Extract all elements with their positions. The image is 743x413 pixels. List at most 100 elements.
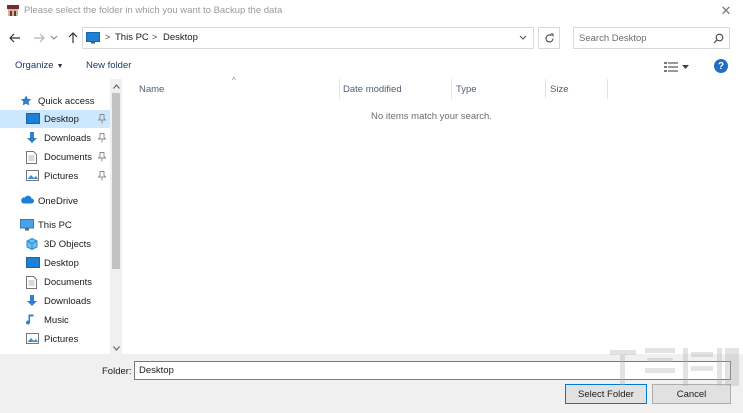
- sidebar-item-pictures[interactable]: Pictures: [0, 330, 110, 348]
- close-button[interactable]: ✕: [715, 2, 737, 20]
- sidebar-item-documents[interactable]: Documents: [0, 148, 110, 166]
- pin-icon[interactable]: [97, 114, 107, 124]
- sidebar-item-label: Downloads: [44, 295, 91, 307]
- folder-input[interactable]: [134, 361, 731, 380]
- new-folder-label: New folder: [86, 60, 132, 71]
- sidebar-item-label: Quick access: [38, 95, 95, 107]
- crumb-this-pc[interactable]: This PC: [115, 32, 149, 43]
- star-icon: [20, 95, 34, 107]
- refresh-icon: [544, 32, 554, 42]
- recent-locations-button[interactable]: [48, 29, 60, 47]
- sort-ascending-icon: ^: [232, 76, 236, 85]
- address-bar[interactable]: > This PC > Desktop: [82, 27, 534, 49]
- sidebar-item-label: Desktop: [44, 257, 79, 269]
- change-view-button[interactable]: [664, 60, 694, 74]
- desktop-folder-icon: [26, 257, 40, 269]
- search-icon[interactable]: [713, 33, 724, 44]
- scroll-thumb[interactable]: [112, 93, 120, 269]
- window-title: Please select the folder in which you wa…: [24, 5, 283, 16]
- cube-icon: [26, 237, 40, 251]
- chevron-up-icon: [112, 83, 120, 89]
- navigation-pane: Quick access Desktop Downloads Documents Pic…: [0, 79, 122, 354]
- folder-browser-dialog: Please select the folder in which you wa…: [0, 0, 743, 413]
- pictures-icon: [26, 170, 40, 182]
- help-button[interactable]: ?: [714, 59, 728, 73]
- column-header-size[interactable]: Size: [546, 79, 608, 99]
- select-folder-button[interactable]: Select Folder: [565, 384, 647, 404]
- music-note-icon: [26, 314, 40, 326]
- sidebar-item-label: Music: [44, 314, 69, 326]
- chevron-down-icon: [519, 35, 527, 40]
- help-icon: ?: [717, 60, 725, 72]
- scroll-down-arrow[interactable]: [110, 342, 122, 354]
- pin-icon[interactable]: [97, 133, 107, 143]
- details-view-icon: [664, 62, 678, 72]
- title-bar: Please select the folder in which you wa…: [0, 0, 743, 24]
- arrow-left-icon: [9, 33, 20, 43]
- organize-button[interactable]: Organize ▼: [15, 60, 64, 71]
- close-icon: ✕: [720, 3, 732, 18]
- pin-icon[interactable]: [97, 171, 107, 181]
- sidebar-item-label: 3D Objects: [44, 238, 91, 250]
- this-pc-icon: [86, 32, 100, 44]
- chevron-down-icon: [112, 345, 120, 351]
- column-size-label: Size: [550, 83, 569, 95]
- refresh-button[interactable]: [538, 27, 560, 49]
- sidebar-item-3d-objects[interactable]: 3D Objects: [0, 235, 110, 253]
- sidebar-item-label: Pictures: [44, 170, 79, 182]
- sidebar-item-label: Downloads: [44, 132, 91, 144]
- document-icon: [26, 276, 40, 289]
- download-arrow-icon: [26, 132, 40, 144]
- sidebar-item-quick-access[interactable]: Quick access: [0, 92, 110, 110]
- sidebar-item-downloads[interactable]: Downloads: [0, 129, 110, 147]
- sidebar-item-desktop[interactable]: Desktop: [0, 110, 110, 128]
- arrow-right-icon: [34, 33, 45, 43]
- file-list[interactable]: Name ^ Date modified Type Size No items …: [124, 76, 743, 354]
- command-toolbar: Organize ▼ New folder ?: [0, 55, 743, 79]
- pin-icon[interactable]: [97, 152, 107, 162]
- caret-down-icon: [682, 64, 689, 69]
- column-header-date-modified[interactable]: Date modified: [340, 79, 452, 99]
- sidebar-item-desktop[interactable]: Desktop: [0, 254, 110, 272]
- new-folder-button[interactable]: New folder: [86, 60, 131, 71]
- nav-scrollbar[interactable]: [110, 79, 122, 354]
- sidebar-item-documents[interactable]: Documents: [0, 273, 110, 291]
- sidebar-item-downloads[interactable]: Downloads: [0, 292, 110, 310]
- crumb-desktop[interactable]: Desktop: [163, 32, 198, 43]
- document-icon: [26, 151, 40, 164]
- chevron-down-icon: [50, 35, 58, 40]
- crumb-separator: >: [152, 32, 158, 42]
- back-button[interactable]: [6, 29, 24, 47]
- sidebar-item-music[interactable]: Music: [0, 311, 110, 329]
- sidebar-item-label: Documents: [44, 276, 93, 288]
- address-history-dropdown[interactable]: [517, 31, 529, 45]
- bottom-panel: Folder: Select Folder Cancel: [0, 354, 743, 413]
- column-header-type[interactable]: Type: [452, 79, 546, 99]
- search-input[interactable]: [574, 28, 709, 48]
- folder-label: Folder:: [102, 366, 132, 377]
- scroll-up-arrow[interactable]: [110, 80, 122, 92]
- sidebar-item-onedrive[interactable]: OneDrive: [0, 192, 110, 210]
- backup-app-icon: [7, 5, 19, 16]
- sidebar-item-label: Documents: [44, 151, 93, 163]
- sidebar-item-label: OneDrive: [38, 195, 79, 207]
- organize-label: Organize: [15, 60, 54, 71]
- address-row: > This PC > Desktop: [0, 26, 743, 50]
- crumb-separator: >: [105, 32, 111, 42]
- column-type-label: Type: [456, 83, 477, 95]
- monitor-icon: [20, 219, 34, 231]
- cancel-button[interactable]: Cancel: [652, 384, 731, 404]
- search-box[interactable]: [573, 27, 730, 49]
- arrow-up-icon: [68, 32, 78, 43]
- desktop-folder-icon: [26, 113, 40, 125]
- pictures-icon: [26, 333, 40, 345]
- cloud-icon: [20, 195, 34, 207]
- empty-message: No items match your search.: [371, 111, 492, 122]
- column-header-name[interactable]: Name ^: [124, 76, 340, 99]
- sidebar-item-this-pc[interactable]: This PC: [0, 216, 110, 234]
- sidebar-item-pictures[interactable]: Pictures: [0, 167, 110, 185]
- forward-button[interactable]: [30, 29, 48, 47]
- up-button[interactable]: [64, 29, 82, 47]
- sidebar-item-label: Pictures: [44, 333, 79, 345]
- download-arrow-icon: [26, 295, 40, 307]
